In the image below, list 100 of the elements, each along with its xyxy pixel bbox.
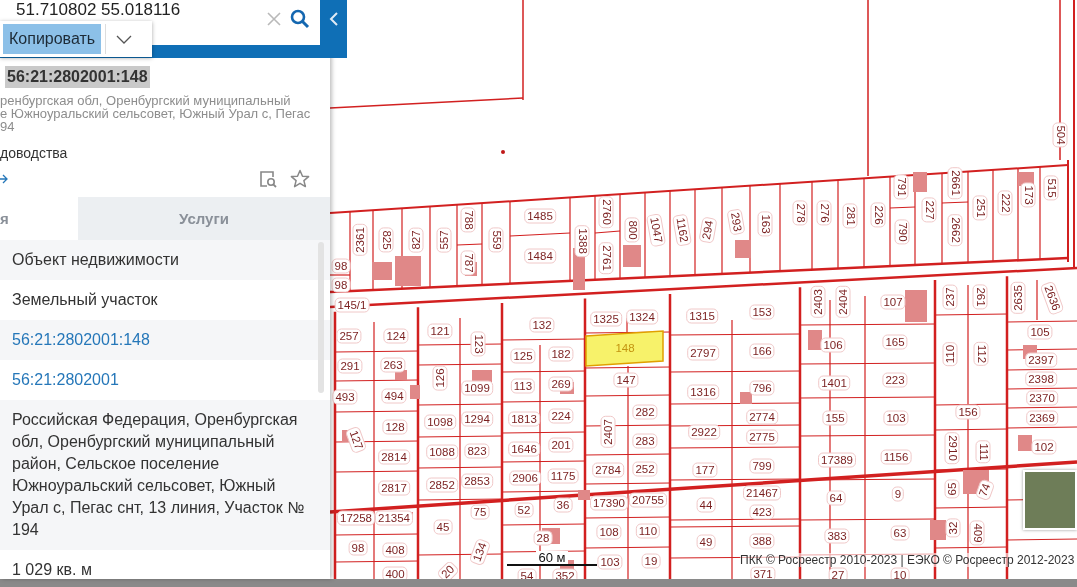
parcel-number: 155	[822, 410, 848, 426]
parcel-number: 2774	[746, 409, 778, 425]
parcel-number: 799	[749, 458, 775, 474]
arrow-icon[interactable]	[0, 173, 8, 185]
parcel-number: 293	[726, 208, 746, 236]
scrollbar[interactable]	[318, 242, 324, 393]
parcel-number: 1401	[818, 375, 850, 391]
parcel-number: 2852	[426, 477, 458, 493]
parcel-number: 282	[632, 404, 658, 420]
parcel-number: 132	[529, 317, 555, 333]
address-line: ренбургская обл, Оренбургский муниципальный	[0, 94, 292, 107]
parcel-number: 2922	[688, 424, 720, 440]
search-icon[interactable]	[290, 9, 310, 29]
tab[interactable]: Услуги	[78, 197, 330, 240]
parcel-number: 52	[514, 502, 534, 518]
parcel-number: 108	[596, 524, 622, 540]
parcel-number: 2403	[810, 286, 826, 318]
parcel-number: 54	[517, 568, 537, 579]
parcel-number: 2361	[352, 224, 368, 256]
parcel-number: 49	[696, 534, 716, 550]
parcel-number: 20	[436, 560, 460, 579]
parcel-number: 559	[488, 227, 504, 253]
parcel-number: 269	[548, 376, 574, 392]
copy-button[interactable]: Копировать	[3, 24, 102, 54]
address-line: е Южноуральский сельсовет, Южный Урал с, Пегас	[0, 107, 312, 120]
parcel-number: 788	[460, 207, 476, 233]
parcel-number: 222	[997, 190, 1013, 216]
parcel-number: 252	[632, 461, 658, 477]
parcel-number: 291	[337, 358, 363, 374]
parcel-number: 201	[548, 437, 574, 453]
parcel-number: 2797	[687, 345, 719, 361]
parcel-number: 827	[408, 227, 424, 253]
parcel-number: 36	[553, 497, 573, 513]
parcel-number: 2853	[461, 473, 493, 489]
parcel-number: 113	[510, 378, 536, 394]
collapse-icon[interactable]	[328, 12, 339, 26]
detail-link[interactable]: 56:21:2802001:148	[12, 331, 150, 348]
parcel-number: 147	[613, 372, 639, 388]
selected-parcel-number: 148	[615, 342, 635, 354]
chevron-down-icon	[115, 34, 132, 44]
parcel-number: 1316	[687, 384, 719, 400]
parcel-number: 153	[749, 304, 775, 320]
parcel-number: 2760	[598, 196, 614, 228]
parcel-number: 17390	[590, 495, 628, 511]
cadastral-number: 56:21:2802001:148	[5, 66, 150, 88]
layer-thumbnail[interactable]	[1023, 470, 1077, 530]
parcel-number: 98	[331, 277, 351, 293]
parcel-number: 106	[820, 337, 846, 353]
search-document-icon[interactable]	[258, 169, 278, 189]
parcel-number: 1646	[508, 441, 540, 457]
parcel-number: 121	[427, 323, 453, 339]
parcel-number: 105	[1027, 324, 1053, 340]
parcel-number: 1098	[424, 414, 456, 430]
parcel-number: 166	[749, 343, 775, 359]
selected-parcel[interactable]	[585, 330, 664, 367]
parcel-number: 173	[1020, 182, 1036, 208]
parcel-number: 278	[792, 200, 808, 226]
parcel-number: 515	[1043, 175, 1059, 201]
parcel-number: 2817	[378, 480, 410, 496]
parcel-number: 2910	[944, 432, 960, 464]
parcel-number: 823	[464, 443, 490, 459]
scale-label: 60 м	[536, 551, 568, 564]
parcel-number: 1047	[645, 213, 667, 247]
parcel-number: 110	[942, 341, 958, 367]
parcel-number: 107	[880, 294, 906, 310]
parcel-number: 17258	[337, 510, 375, 526]
parcel-number: 790	[894, 219, 910, 245]
parcel-number: 1294	[461, 411, 493, 427]
parcel-number: 1324	[626, 309, 658, 325]
parcel-number: 2369	[1026, 410, 1058, 426]
parcel-number: 383	[824, 528, 850, 544]
parcel-number: 1485	[524, 208, 556, 224]
parcel-number: 32	[945, 518, 961, 538]
parcel-number: 28	[533, 530, 553, 546]
parcel-number: 257	[336, 328, 362, 344]
parcel-number: 21467	[743, 485, 781, 501]
parcel-number: 2661	[947, 167, 963, 199]
parcel-number: 251	[972, 195, 988, 221]
parcel-number: 126	[432, 365, 448, 391]
parcel-number: 112	[973, 341, 989, 367]
parcel-number: 800	[624, 217, 640, 243]
detail-link[interactable]: 56:21:2802001	[12, 371, 119, 388]
parcel-number: 825	[378, 227, 394, 253]
star-icon[interactable]	[290, 169, 310, 189]
parcel-number: 103	[597, 554, 623, 570]
parcel-number: 493	[332, 389, 358, 405]
parcel-number: 423	[749, 504, 775, 520]
parcel-number: 111	[975, 440, 991, 464]
parcel-number: 294	[698, 216, 718, 244]
parcel-number: 102	[1031, 439, 1057, 455]
clear-icon[interactable]	[266, 11, 282, 27]
parcel-number: 791	[893, 174, 909, 200]
parcel-number: 1315	[686, 308, 718, 324]
detail-row-text: 1 029 кв. м	[11, 560, 93, 579]
parcel-number: 504	[1052, 122, 1068, 148]
parcel-number: 65	[944, 479, 960, 499]
parcel-number: 182	[548, 346, 574, 362]
parcel-number: 408	[382, 542, 408, 558]
parcel-number: 283	[632, 433, 658, 449]
parcel-number: 281	[842, 203, 858, 229]
